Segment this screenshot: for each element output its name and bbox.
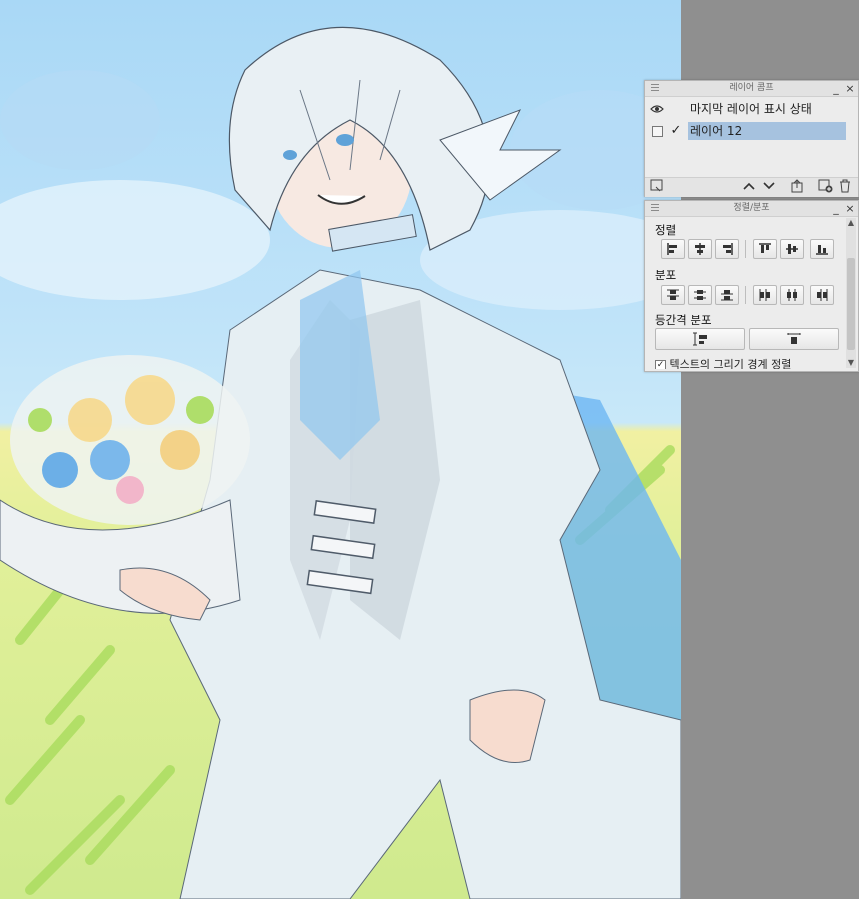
- visibility-checkbox[interactable]: [648, 121, 666, 141]
- separator: [745, 240, 746, 258]
- align-top-button[interactable]: [753, 239, 777, 259]
- panel-grip-icon[interactable]: [651, 204, 659, 211]
- scroll-up-icon[interactable]: ▲: [846, 218, 856, 228]
- last-document-state-label: 마지막 레이어 표시 상태: [690, 102, 812, 116]
- layer-comp-label: 레이어 12: [690, 124, 743, 138]
- align-bottom-button[interactable]: [810, 239, 834, 259]
- align-vertical-center-button[interactable]: [780, 239, 804, 259]
- separator: [745, 286, 746, 304]
- close-icon[interactable]: ×: [844, 201, 856, 216]
- align-right-button[interactable]: [715, 239, 739, 259]
- align-horizontal-center-button[interactable]: [688, 239, 712, 259]
- layer-comp-titlebar[interactable]: 레이어 콤프 _ ×: [645, 81, 858, 97]
- drawing-canvas[interactable]: [0, 0, 681, 899]
- last-document-state-row[interactable]: 마지막 레이어 표시 상태: [648, 99, 846, 119]
- comp-settings-icon[interactable]: [649, 179, 665, 196]
- illustration: [0, 26, 681, 899]
- minimize-icon[interactable]: _: [830, 201, 842, 216]
- distribute-vertical-spacing-button[interactable]: [655, 328, 745, 350]
- text-bounds-option[interactable]: ✓ 텍스트의 그리기 경계 정렬: [655, 356, 791, 369]
- trash-icon[interactable]: [837, 179, 853, 196]
- layer-comp-panel: 레이어 콤프 _ × 마지막 레이어 표시 상태 ✓ 레이어 12: [644, 80, 859, 197]
- close-icon[interactable]: ×: [844, 81, 856, 96]
- distribute-horizontal-spacing-button[interactable]: [749, 328, 839, 350]
- new-comp-icon[interactable]: [817, 179, 833, 196]
- align-distribute-panel: 정렬/분포 _ × 정렬 분포 등간격 분포 ✓ 텍스트의 그리기 경계 정렬 …: [644, 200, 859, 372]
- distribute-vertical-center-button[interactable]: [688, 285, 712, 305]
- align-panel-titlebar[interactable]: 정렬/분포 _ ×: [645, 201, 858, 217]
- align-panel-title: 정렬/분포: [733, 203, 770, 213]
- minimize-icon[interactable]: _: [830, 81, 842, 96]
- even-spacing-section-label: 등간격 분포: [655, 313, 712, 327]
- layer-comp-title: 레이어 콤프: [729, 83, 774, 93]
- distribute-horizontal-center-button[interactable]: [780, 285, 804, 305]
- arrow-up-icon[interactable]: [741, 179, 757, 196]
- distribute-top-button[interactable]: [661, 285, 685, 305]
- scroll-down-icon[interactable]: ▼: [846, 358, 856, 368]
- distribute-right-button[interactable]: [810, 285, 834, 305]
- distribute-left-button[interactable]: [753, 285, 777, 305]
- panel-grip-icon[interactable]: [651, 84, 659, 91]
- eye-icon[interactable]: [648, 99, 666, 119]
- text-bounds-checkbox[interactable]: ✓: [655, 359, 666, 369]
- text-bounds-label: 텍스트의 그리기 경계 정렬: [669, 358, 792, 369]
- layer-comp-row[interactable]: ✓ 레이어 12: [648, 121, 846, 141]
- layer-comp-footer: [645, 177, 858, 197]
- update-comp-icon[interactable]: [789, 179, 805, 196]
- arrow-down-icon[interactable]: [761, 179, 777, 196]
- align-section-label: 정렬: [655, 223, 677, 237]
- distribute-bottom-button[interactable]: [715, 285, 739, 305]
- scroll-thumb[interactable]: [847, 258, 855, 350]
- align-left-button[interactable]: [661, 239, 685, 259]
- distribute-section-label: 분포: [655, 268, 677, 282]
- applied-check-icon: ✓: [670, 123, 682, 138]
- align-panel-scrollbar[interactable]: ▲ ▼: [846, 218, 856, 368]
